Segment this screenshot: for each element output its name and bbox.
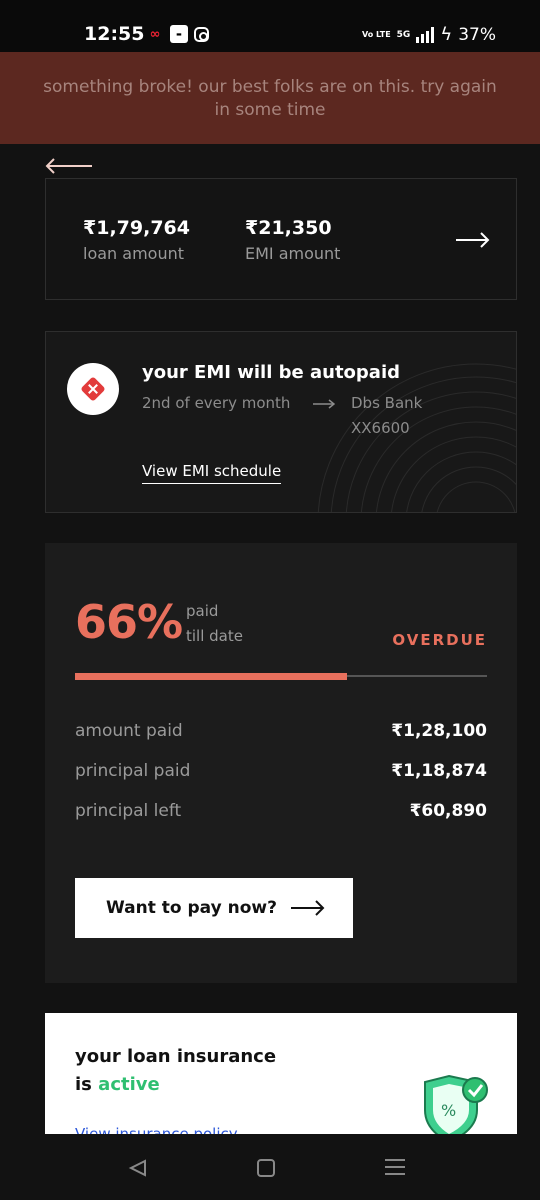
amount-paid-label: amount paid [75,721,183,741]
svg-text:%: % [441,1101,456,1120]
insurance-card[interactable]: your loan insurance is active View insur… [45,1013,517,1135]
system-indicators: Vo LTE 5G ϟ 37% [362,24,496,45]
repayment-progress-card: 66% paid till date OVERDUE amount paid ₹… [45,543,517,983]
arrow-right-icon [313,399,335,409]
paid-percentage: 66% [75,595,183,649]
principal-left-label: principal left [75,801,182,821]
signal-icon [416,26,435,43]
instagram-icon [194,26,209,42]
overdue-badge: OVERDUE [392,631,487,649]
status-time: 12:55 [84,23,145,45]
error-message: something broke! our best folks are on t… [43,77,497,120]
autopay-title: your EMI will be autopaid [142,362,401,383]
nav-home-icon[interactable] [257,1159,275,1177]
system-navigation-bar [0,1134,540,1200]
autopay-card: your EMI will be autopaid 2nd of every m… [45,331,517,513]
autopay-schedule: 2nd of every month [142,394,291,412]
oo-moneyview-icon: ∞ [149,26,161,42]
amount-paid-value: ₹1,28,100 [391,721,487,741]
error-banner: something broke! our best folks are on t… [0,52,540,174]
insurance-status: active [98,1074,160,1095]
pay-now-label: Want to pay now? [106,898,277,918]
progress-fill [75,673,347,680]
nav-recents-icon[interactable] [385,1159,405,1177]
bank-account: XX6600 [351,419,410,437]
arrow-right-icon[interactable] [456,231,490,249]
principal-paid-value: ₹1,18,874 [391,761,487,781]
shield-check-icon: % [424,1074,488,1135]
loan-summary-card[interactable]: ₹1,79,764 loan amount ₹21,350 EMI amount [45,178,517,300]
view-emi-schedule-link[interactable]: View EMI schedule [142,462,282,484]
arrow-right-icon [290,900,325,916]
charging-icon: ϟ [440,24,453,45]
volte-icon: Vo LTE [361,29,391,39]
emi-amount-value: ₹21,350 [245,217,332,239]
pay-now-button[interactable]: Want to pay now? [75,878,353,938]
paid-label: paid till date [186,602,243,645]
bank-logo-icon [67,363,119,415]
insurance-title: your loan insurance is active [75,1046,277,1095]
decorative-rings [317,363,516,512]
notification-icons: ∞ ▬ [146,25,209,43]
principal-left-value: ₹60,890 [409,801,487,821]
principal-paid-label: principal paid [75,761,191,781]
network-type: 5G [396,29,411,40]
bank-name: Dbs Bank [351,394,423,412]
back-arrow-icon[interactable] [44,156,94,176]
loan-amount-label: loan amount [83,244,184,263]
loan-amount-value: ₹1,79,764 [83,217,190,239]
battery-percentage: 37% [458,24,496,45]
nav-back-icon[interactable] [128,1158,148,1178]
notification-white-icon: ▬ [170,25,188,43]
emi-amount-label: EMI amount [245,244,341,263]
status-bar: 12:55 ∞ ▬ Vo LTE 5G ϟ 37% [0,0,540,52]
